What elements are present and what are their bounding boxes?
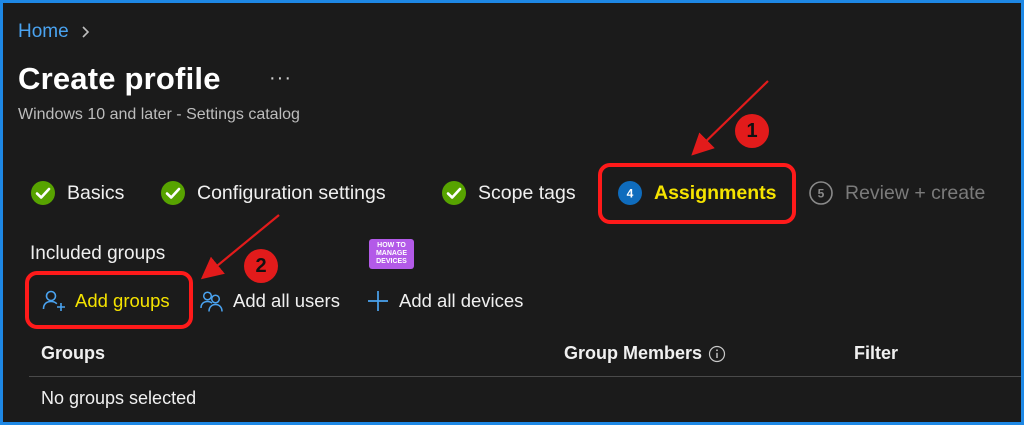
step-number: 5	[818, 187, 825, 201]
add-user-icon	[42, 290, 65, 311]
plus-icon	[368, 291, 388, 311]
add-all-devices-label: Add all devices	[399, 290, 524, 311]
step-number-4-icon: 4	[618, 181, 642, 205]
logo-line: DEVICES	[376, 258, 407, 265]
step-label: Basics	[67, 181, 125, 204]
add-all-users-label: Add all users	[233, 290, 340, 311]
step-scope-tags[interactable]: Scope tags	[441, 180, 576, 206]
add-groups-button[interactable]: Add groups	[41, 288, 170, 314]
column-header-groups[interactable]: Groups	[41, 343, 105, 364]
step-number-5-icon: 5	[809, 181, 833, 205]
step-number: 4	[627, 187, 634, 201]
check-circle-icon	[442, 181, 466, 205]
add-all-users-button[interactable]: Add all users	[199, 288, 340, 314]
step-label: Assignments	[654, 181, 777, 204]
breadcrumb-home-link[interactable]: Home	[18, 21, 69, 43]
step-label: Scope tags	[478, 181, 576, 204]
logo-line: HOW TO	[377, 242, 406, 249]
how-to-manage-devices-logo: HOW TO MANAGE DEVICES	[369, 239, 414, 269]
page-title: Create profile	[18, 61, 221, 96]
column-header-filter[interactable]: Filter	[854, 343, 898, 364]
more-options-button[interactable]: ···	[269, 67, 292, 90]
page-subtitle: Windows 10 and later - Settings catalog	[18, 106, 300, 123]
logo-line: MANAGE	[375, 250, 408, 257]
step-configuration-settings[interactable]: Configuration settings	[160, 180, 386, 206]
step-assignments[interactable]: 4 Assignments	[617, 180, 776, 206]
table-header-divider	[29, 376, 1021, 377]
chevron-right-icon	[82, 26, 89, 38]
add-all-devices-button[interactable]: Add all devices	[365, 288, 523, 314]
breadcrumb: Home	[18, 21, 93, 43]
annotation-badge-2: 2	[244, 249, 278, 283]
step-review-create[interactable]: 5 Review + create	[808, 180, 985, 206]
info-icon[interactable]	[708, 345, 726, 363]
annotation-badge-1: 1	[735, 114, 769, 148]
step-label: Review + create	[845, 181, 986, 204]
step-basics[interactable]: Basics	[30, 180, 124, 206]
included-groups-label: Included groups	[30, 243, 166, 264]
column-header-label: Groups	[41, 343, 106, 363]
add-groups-label: Add groups	[75, 290, 170, 311]
check-circle-icon	[161, 181, 185, 205]
users-icon	[200, 291, 223, 312]
screenshot-frame: Home Create profile ··· Windows 10 and l…	[0, 0, 1024, 425]
empty-state-text: No groups selected	[41, 388, 197, 408]
step-label: Configuration settings	[197, 181, 386, 204]
column-header-label: Group Members	[564, 343, 703, 363]
column-header-label: Filter	[854, 343, 899, 363]
check-circle-icon	[31, 181, 55, 205]
column-header-group-members[interactable]: Group Members	[564, 343, 726, 364]
